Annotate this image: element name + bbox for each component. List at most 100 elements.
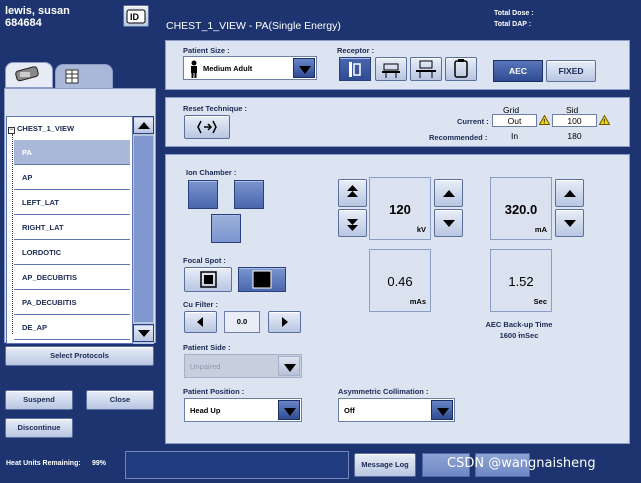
protocol-item-de-ap[interactable]: DE_AP (14, 315, 130, 340)
focal-spot-label: Focal Spot : (183, 256, 226, 265)
focal-spot-small-button[interactable] (184, 267, 232, 292)
kv-fast-up-button[interactable] (338, 179, 367, 207)
cu-filter-decrease[interactable] (184, 311, 217, 333)
tab-protocols[interactable] (5, 62, 53, 88)
cassette-icon (454, 59, 468, 78)
ion-chamber-right[interactable] (234, 180, 264, 209)
scroll-thumb[interactable] (134, 136, 153, 322)
protocol-item-lordotic[interactable]: LORDOTIC (14, 240, 130, 265)
reset-panel: Reset Technique : Grid Sid Current : Out… (165, 97, 630, 147)
watermark: CSDN @wangnaisheng (447, 456, 596, 471)
patient-id-button[interactable]: ID (123, 5, 149, 27)
protocol-item-right-lat[interactable]: RIGHT_LAT (14, 215, 130, 240)
warning-icon: ! (539, 115, 550, 125)
svg-text:ID: ID (130, 12, 140, 22)
ma-down-button[interactable] (555, 209, 584, 237)
arrow-up-icon (563, 190, 576, 197)
protocol-item-ap-decubitis[interactable]: AP_DECUBITIS (14, 265, 130, 290)
cu-filter-value: 0.0 (224, 311, 260, 333)
kv-down-button[interactable] (434, 209, 463, 237)
tab-worklist[interactable] (55, 64, 113, 90)
kv-unit: kV (416, 225, 426, 234)
patient-position-value: Head Up (190, 406, 221, 415)
fixed-button[interactable]: FIXED (546, 60, 596, 82)
reset-technique-label: Reset Technique : (183, 104, 248, 113)
discontinue-button[interactable]: Discontinue (5, 418, 73, 438)
heat-units-label: Heat Units Remaining: (6, 460, 81, 467)
heat-units-value: 99% (92, 460, 107, 467)
arrow-left-icon (197, 317, 203, 327)
tree-root[interactable]: − CHEST_1_VIEW (8, 124, 74, 134)
kv-fast-down-button[interactable] (338, 209, 367, 237)
asym-collimation-dropdown[interactable]: Off (338, 398, 455, 422)
focal-spot-large-button[interactable] (238, 267, 286, 292)
message-area (125, 451, 349, 479)
ma-unit: mA (534, 225, 547, 234)
double-up-icon (347, 185, 358, 197)
ion-chamber-left[interactable] (188, 180, 218, 209)
patient-id: 684684 (5, 17, 42, 29)
table-alt-icon (416, 60, 436, 78)
patient-side-value: Unpaired (190, 362, 221, 371)
suspend-button[interactable]: Suspend (5, 390, 73, 410)
protocol-item-pa-decubitis[interactable]: PA_DECUBITIS (14, 290, 130, 315)
small-focus-icon (200, 271, 217, 288)
recommended-label: Recommended : (429, 133, 488, 142)
receptor-wall-button[interactable] (339, 57, 371, 81)
patient-side-dropdown[interactable]: Unpaired (184, 354, 302, 378)
chevron-down-icon (293, 58, 315, 78)
protocol-item-left-lat[interactable]: LEFT_LAT (14, 190, 130, 215)
scroll-down-button[interactable] (133, 324, 154, 342)
footer: Heat Units Remaining: 99% Message Log CS… (0, 449, 641, 483)
receptor-table-button[interactable] (375, 57, 407, 81)
asym-collimation-label: Asymmetric Collimation : (338, 387, 429, 396)
aec-button[interactable]: AEC (493, 60, 543, 82)
current-label: Current : (457, 117, 489, 126)
scroll-up-button[interactable] (133, 116, 154, 134)
ion-chamber-center[interactable] (211, 214, 241, 243)
receptor-cassette-button[interactable] (445, 57, 477, 81)
close-button[interactable]: Close (86, 390, 154, 410)
table-icon (382, 63, 400, 78)
svg-text:!: ! (603, 120, 605, 126)
grid-recommended-value: In (510, 131, 519, 141)
arrow-down-icon (442, 220, 455, 227)
kv-display: 120 kV (369, 177, 431, 240)
reset-technique-button[interactable] (184, 115, 230, 139)
kv-up-button[interactable] (434, 179, 463, 207)
cu-filter-increase[interactable] (268, 311, 301, 333)
ma-value: 320.0 (504, 202, 538, 217)
receptor-table-alt-button[interactable] (410, 57, 442, 81)
collapse-icon: − (8, 127, 15, 134)
message-log-label: Message Log (361, 460, 409, 469)
fixed-label: FIXED (558, 66, 584, 76)
chevron-down-icon (278, 356, 300, 376)
receptor-label: Receptor : (337, 46, 375, 55)
mas-display: 0.46 mAs (369, 249, 431, 312)
ma-up-button[interactable] (555, 179, 584, 207)
message-log-button[interactable]: Message Log (354, 453, 416, 477)
tree-line (12, 134, 13, 334)
tree-root-label: CHEST_1_VIEW (17, 124, 75, 133)
large-focus-icon (252, 270, 272, 289)
patient-position-dropdown[interactable]: Head Up (184, 398, 302, 422)
aec-backup-value: 1600 mSec (499, 331, 539, 340)
cu-filter-label: Cu Filter : (183, 300, 218, 309)
protocol-item-pa[interactable]: PA (14, 140, 130, 165)
patient-size-dropdown[interactable]: Medium Adult (183, 56, 317, 80)
arrow-up-icon (442, 190, 455, 197)
select-protocols-button[interactable]: Select Protocols (5, 346, 154, 366)
ion-chamber-label: Ion Chamber : (186, 168, 237, 177)
suspend-label: Suspend (23, 395, 55, 404)
protocol-scrollbar[interactable] (132, 116, 154, 344)
chevron-down-icon (431, 400, 453, 420)
id-card-icon: ID (126, 9, 146, 24)
protocol-tab-icon (15, 66, 39, 82)
mas-unit: mAs (409, 297, 426, 306)
sid-recommended-value: 180 (567, 131, 582, 141)
sid-current-value: 100 (552, 114, 597, 127)
grid-tab-icon (65, 69, 79, 84)
chevron-down-icon (278, 400, 300, 420)
setup-panel: Patient Size : Medium Adult Receptor : A… (165, 40, 630, 90)
protocol-item-ap[interactable]: AP (14, 165, 130, 190)
